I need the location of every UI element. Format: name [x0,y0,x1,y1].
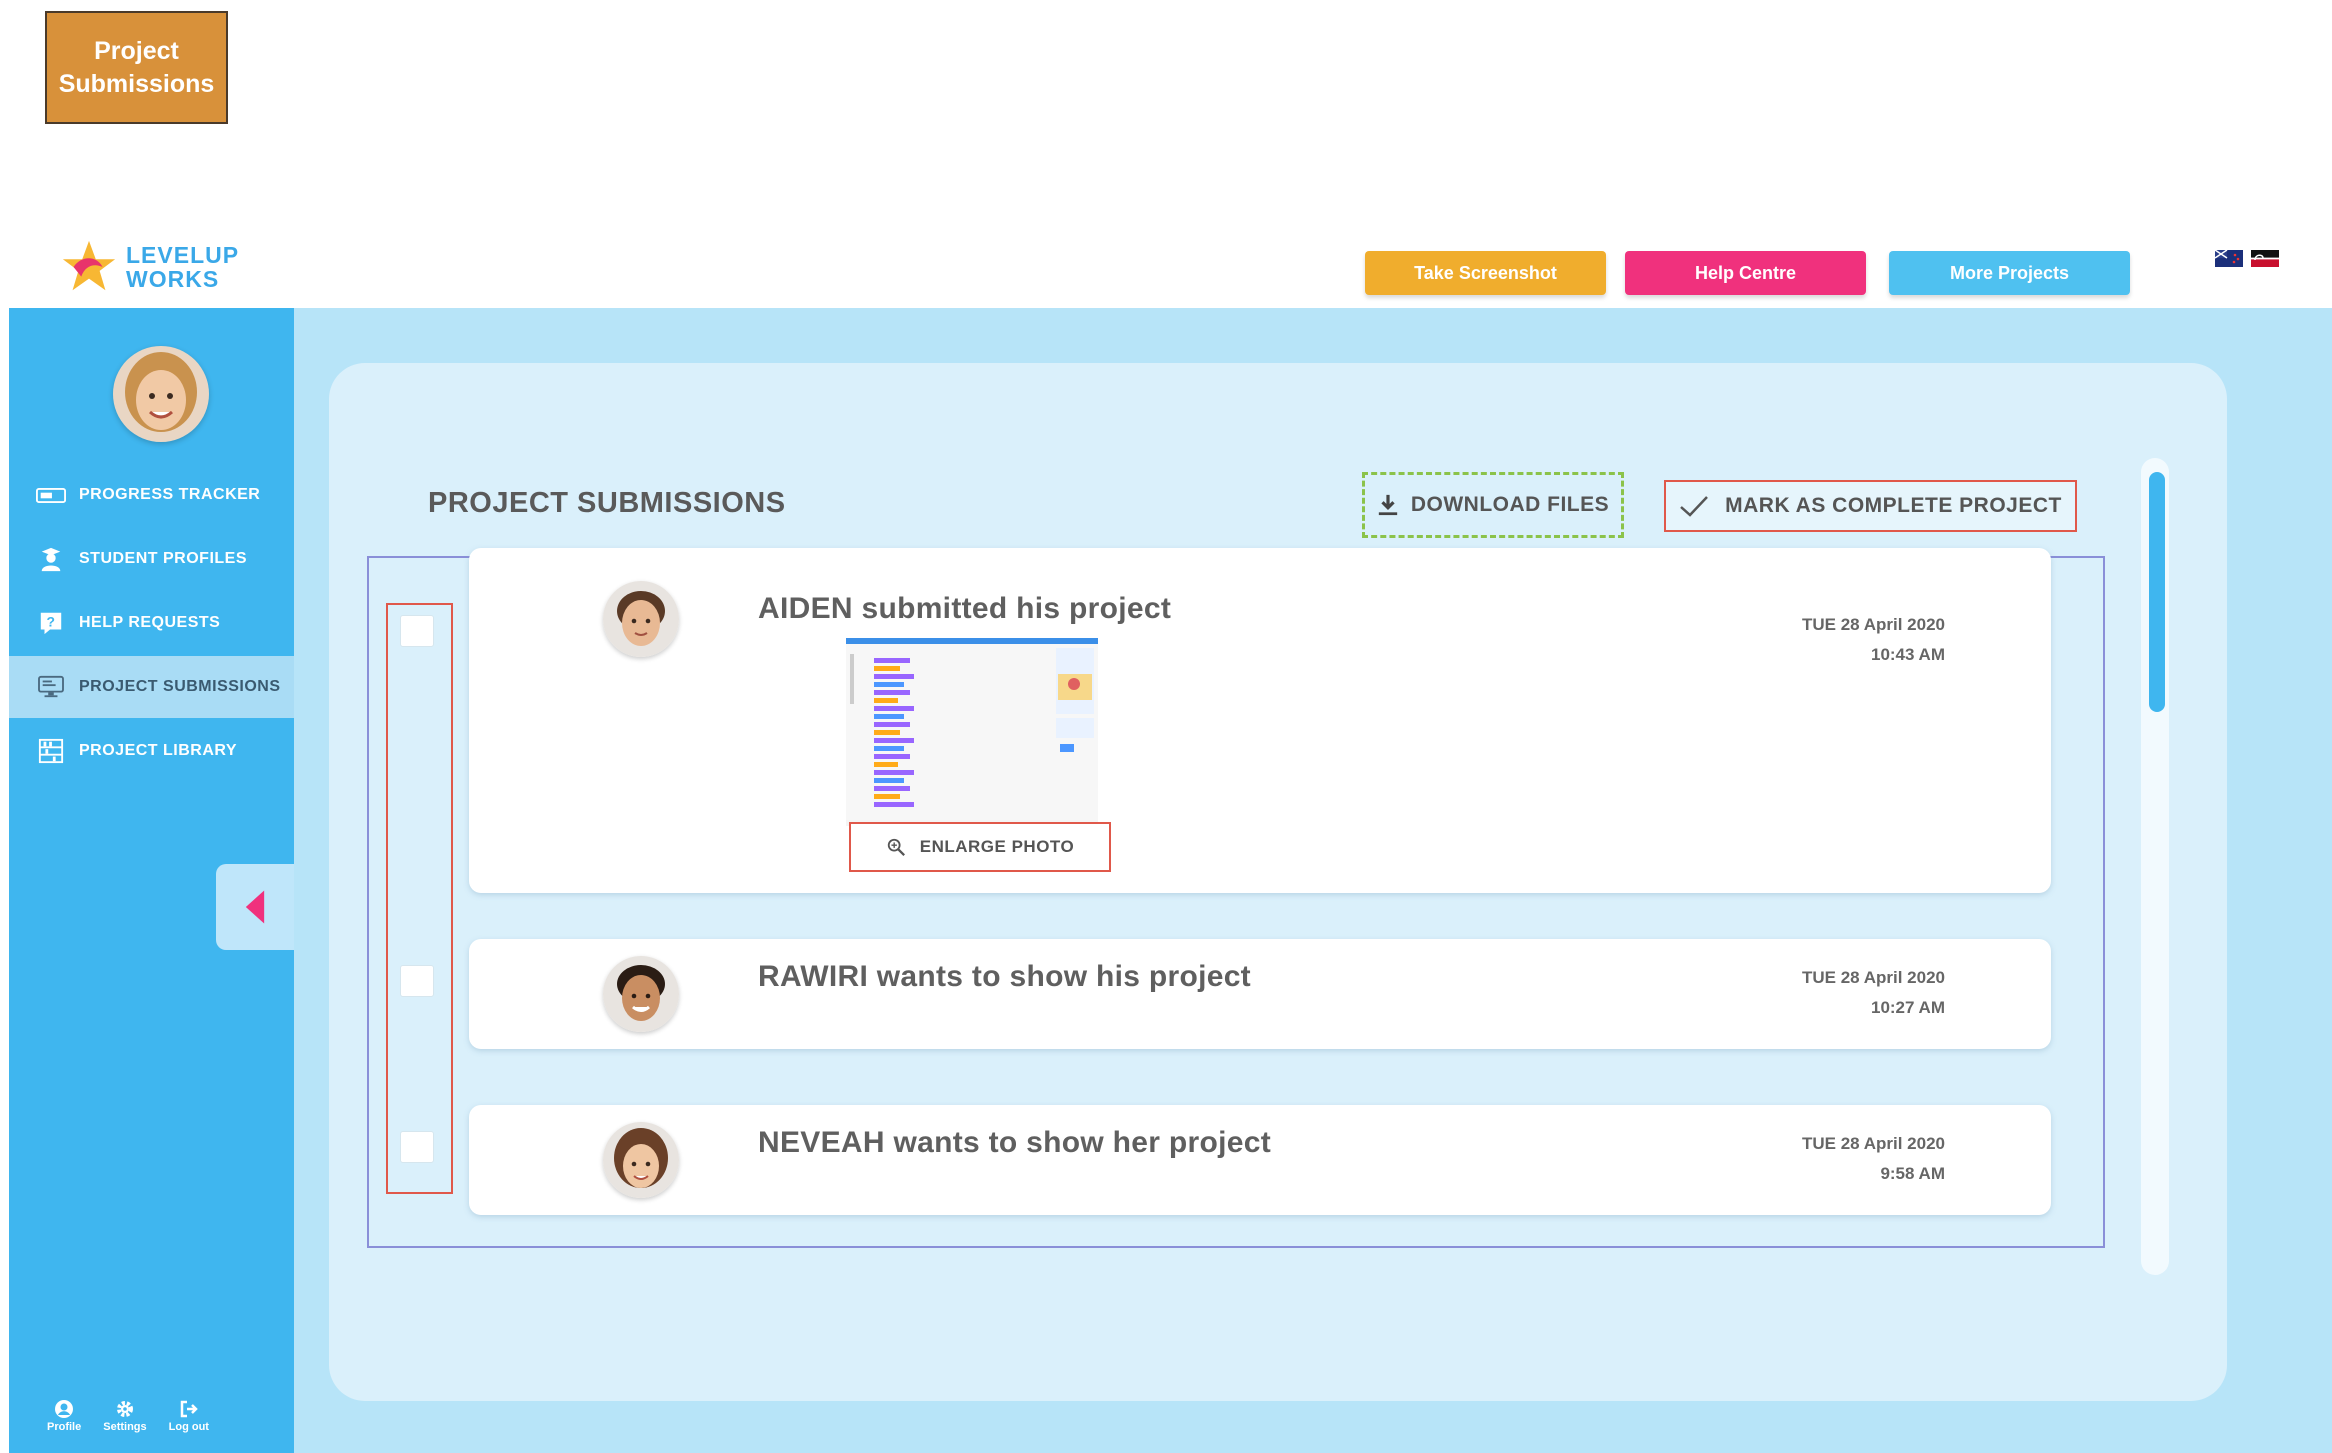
teacher-face-icon [113,346,209,442]
svg-text:?: ? [47,614,56,630]
logout-label: Log out [168,1421,209,1433]
boy-face-icon [603,581,679,657]
sidebar-item-progress-tracker[interactable]: PROGRESS TRACKER [9,464,294,526]
monitor-icon [35,673,67,701]
submission-checkbox-neveah[interactable] [400,1131,434,1163]
settings-button[interactable]: Settings [103,1399,147,1433]
magnify-icon [887,838,905,856]
profile-label: Profile [47,1421,82,1433]
mark-as-complete-label: MARK AS COMPLETE PROJECT [1725,494,2062,517]
library-icon [35,737,67,765]
submission-day: TUE 28 April 2020 [1802,968,1945,987]
sidebar-item-student-profiles[interactable]: STUDENT PROFILES [9,528,294,590]
chevron-left-icon [245,890,265,924]
download-icon [1378,494,1397,516]
submission-day: TUE 28 April 2020 [1802,1134,1945,1153]
download-files-button[interactable]: DOWNLOAD FILES [1362,472,1624,538]
student-avatar-rawiri [603,956,679,1032]
sidebar-item-project-submissions[interactable]: PROJECT SUBMISSIONS [9,656,294,718]
teacher-avatar[interactable] [113,346,209,442]
logo-text-line1: LEVELUP [126,242,240,268]
logout-button[interactable]: Log out [169,1399,209,1433]
submission-time: 10:43 AM [1870,645,1945,664]
question-icon: ? [35,609,67,637]
boy-face-icon [603,956,679,1032]
sidebar: PROGRESS TRACKER STUDENT PROFILES ? HELP… [9,308,294,1453]
profile-button[interactable]: Profile [47,1399,81,1433]
submission-checkbox-aiden[interactable] [400,615,434,647]
gear-icon [116,1401,133,1417]
submission-card-neveah[interactable]: NEVEAH wants to show her project TUE 28 … [469,1105,2051,1215]
submission-card-aiden[interactable]: AIDEN submitted his project TUE 28 April… [469,548,2051,893]
collapse-sidebar-button[interactable] [216,864,294,950]
submission-day: TUE 28 April 2020 [1802,615,1945,634]
enlarge-photo-label: ENLARGE PHOTO [919,837,1075,856]
submission-card-rawiri[interactable]: RAWIRI wants to show his project TUE 28 … [469,939,2051,1049]
more-projects-button[interactable]: More Projects [1889,251,2130,295]
submission-checkbox-rawiri[interactable] [400,965,434,997]
sidebar-item-label: STUDENT PROFILES [79,550,248,567]
submission-time: 9:58 AM [1880,1164,1945,1183]
new-zealand-flag-icon[interactable] [2215,250,2243,267]
sidebar-item-help-requests[interactable]: ? HELP REQUESTS [9,592,294,654]
levelup-works-logo[interactable]: LEVELUP WORKS [60,238,239,296]
sidebar-item-label: PROJECT SUBMISSIONS [79,678,281,695]
checkmark-icon [1680,496,1709,517]
student-avatar-neveah [603,1122,679,1198]
sidebar-item-label: HELP REQUESTS [79,614,221,631]
scratch-project-image [846,644,1098,820]
sidebar-item-label: PROJECT LIBRARY [79,742,238,759]
download-files-label: DOWNLOAD FILES [1410,493,1610,516]
enlarge-photo-button[interactable]: ENLARGE PHOTO [849,822,1111,872]
sidebar-item-project-library[interactable]: PROJECT LIBRARY [9,720,294,782]
annotation-label: Project Submissions [45,11,228,124]
submission-title: NEVEAH wants to show her project [758,1126,1272,1159]
submission-time: 10:27 AM [1870,998,1945,1017]
logo-text-line2: WORKS [126,266,220,292]
checkbox-column-frame [386,603,453,1194]
girl-face-icon [603,1122,679,1198]
take-screenshot-button[interactable]: Take Screenshot [1365,251,1606,295]
scrollbar-thumb[interactable] [2149,472,2165,712]
settings-label: Settings [103,1421,147,1433]
mark-as-complete-button[interactable]: MARK AS COMPLETE PROJECT [1664,480,2077,532]
page-title: PROJECT SUBMISSIONS [428,487,786,519]
user-icon [55,1400,74,1418]
sidebar-item-label: PROGRESS TRACKER [79,486,261,503]
student-avatar-aiden [603,581,679,657]
project-screenshot-thumbnail[interactable] [846,638,1098,826]
maori-flag-icon[interactable] [2251,250,2279,267]
progress-bar-icon [35,481,67,509]
submission-title: AIDEN submitted his project [758,592,1172,625]
star-logo-icon [62,240,116,291]
logout-icon [180,1400,198,1418]
submission-title: RAWIRI wants to show his project [758,960,1251,993]
student-icon [35,545,67,573]
help-centre-button[interactable]: Help Centre [1625,251,1866,295]
